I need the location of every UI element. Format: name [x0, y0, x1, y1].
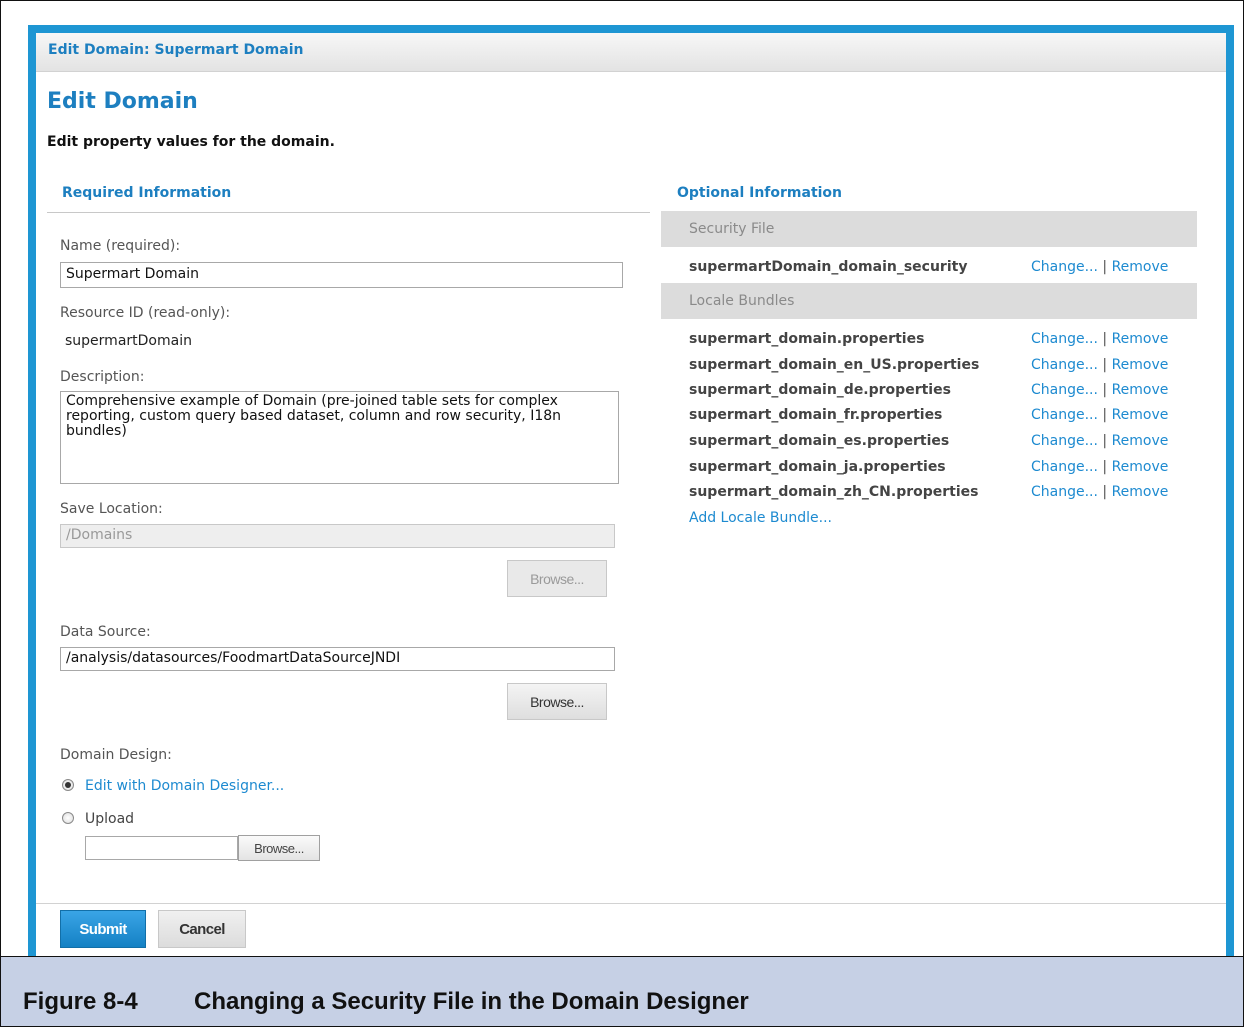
- edit-domain-dialog: Edit Domain: Supermart Domain Edit Domai…: [28, 25, 1234, 960]
- locale-bundle-actions: Change... | Remove: [1031, 484, 1168, 500]
- locale-bundle-change-link[interactable]: Change...: [1031, 382, 1098, 398]
- locale-bundle-change-link[interactable]: Change...: [1031, 484, 1098, 500]
- edit-with-designer-link[interactable]: Edit with Domain Designer...: [85, 778, 284, 794]
- optional-info-heading: Optional Information: [677, 185, 843, 201]
- locale-bundles-band: Locale Bundles: [661, 283, 1197, 319]
- save-location-label: Save Location:: [60, 501, 163, 517]
- upload-label: Upload: [85, 811, 135, 827]
- locale-bundle-change-link[interactable]: Change...: [1031, 459, 1098, 475]
- locale-bundle-remove-link[interactable]: Remove: [1112, 331, 1169, 347]
- locale-bundle-actions: Change... | Remove: [1031, 459, 1168, 475]
- locale-bundle-remove-link[interactable]: Remove: [1112, 407, 1169, 423]
- locale-bundle-name: supermart_domain.properties: [689, 331, 925, 347]
- locale-bundle-change-link[interactable]: Change...: [1031, 433, 1098, 449]
- add-locale-bundle-link[interactable]: Add Locale Bundle...: [689, 510, 832, 526]
- resource-id-value: supermartDomain: [65, 333, 192, 349]
- locale-bundle-name: supermart_domain_es.properties: [689, 433, 950, 449]
- description-field[interactable]: Comprehensive example of Domain (pre-joi…: [60, 391, 619, 484]
- security-file-actions: Change... | Remove: [1031, 259, 1168, 275]
- locale-bundle-actions: Change... | Remove: [1031, 357, 1168, 373]
- locale-bundle-name: supermart_domain_fr.properties: [689, 407, 943, 423]
- upload-file-field[interactable]: [85, 836, 238, 860]
- figure-caption-text: Changing a Security File in the Domain D…: [194, 988, 749, 1015]
- data-source-field[interactable]: /analysis/datasources/FoodmartDataSource…: [60, 647, 615, 671]
- figure-number: Figure 8-4: [23, 988, 138, 1015]
- action-separator: |: [1102, 382, 1108, 398]
- locale-bundle-name: supermart_domain_en_US.properties: [689, 357, 980, 373]
- locale-bundle-change-link[interactable]: Change...: [1031, 407, 1098, 423]
- action-separator: |: [1102, 331, 1108, 347]
- locale-bundle-name: supermart_domain_zh_CN.properties: [689, 484, 979, 500]
- required-info-heading: Required Information: [62, 185, 232, 201]
- save-location-browse-button: Browse...: [507, 560, 607, 597]
- locale-bundle-remove-link[interactable]: Remove: [1112, 484, 1169, 500]
- dialog-header: Edit Domain: Supermart Domain: [36, 33, 1226, 72]
- action-separator: |: [1102, 259, 1108, 275]
- action-separator: |: [1102, 357, 1108, 373]
- save-location-field: /Domains: [60, 524, 615, 548]
- locale-bundle-actions: Change... | Remove: [1031, 407, 1168, 423]
- required-info-divider: [47, 212, 650, 213]
- locale-bundle-actions: Change... | Remove: [1031, 433, 1168, 449]
- dialog-footer: Submit Cancel: [36, 903, 1226, 960]
- action-separator: |: [1102, 407, 1108, 423]
- submit-button[interactable]: Submit: [60, 910, 146, 948]
- security-file-remove-link[interactable]: Remove: [1112, 259, 1169, 275]
- name-label: Name (required):: [60, 238, 181, 254]
- domain-design-label: Domain Design:: [60, 747, 172, 763]
- description-label: Description:: [60, 369, 145, 385]
- data-source-browse-button[interactable]: Browse...: [507, 683, 607, 720]
- locale-bundle-remove-link[interactable]: Remove: [1112, 459, 1169, 475]
- figure-caption: Figure 8-4 Changing a Security File in t…: [0, 956, 1244, 1027]
- resource-id-label: Resource ID (read-only):: [60, 305, 231, 321]
- name-field[interactable]: Supermart Domain: [60, 262, 623, 288]
- locale-bundles-heading: Locale Bundles: [689, 293, 795, 309]
- edit-with-designer-radio[interactable]: [62, 779, 74, 791]
- locale-bundle-remove-link[interactable]: Remove: [1112, 357, 1169, 373]
- action-separator: |: [1102, 459, 1108, 475]
- security-file-name: supermartDomain_domain_security: [689, 259, 968, 275]
- locale-bundle-remove-link[interactable]: Remove: [1112, 433, 1169, 449]
- locale-bundle-name: supermart_domain_de.properties: [689, 382, 951, 398]
- data-source-label: Data Source:: [60, 624, 151, 640]
- locale-bundle-actions: Change... | Remove: [1031, 331, 1168, 347]
- locale-bundle-change-link[interactable]: Change...: [1031, 331, 1098, 347]
- security-file-change-link[interactable]: Change...: [1031, 259, 1098, 275]
- action-separator: |: [1102, 484, 1108, 500]
- locale-bundle-remove-link[interactable]: Remove: [1112, 382, 1169, 398]
- locale-bundle-change-link[interactable]: Change...: [1031, 357, 1098, 373]
- cancel-button[interactable]: Cancel: [158, 910, 246, 948]
- upload-browse-button[interactable]: Browse...: [238, 835, 320, 861]
- action-separator: |: [1102, 433, 1108, 449]
- security-file-band: Security File: [661, 211, 1197, 247]
- page-title: Edit Domain: [47, 89, 198, 114]
- security-file-heading: Security File: [689, 221, 775, 237]
- page-subtitle: Edit property values for the domain.: [47, 134, 335, 150]
- upload-radio[interactable]: [62, 812, 74, 824]
- locale-bundle-actions: Change... | Remove: [1031, 382, 1168, 398]
- locale-bundle-name: supermart_domain_ja.properties: [689, 459, 946, 475]
- dialog-title: Edit Domain: Supermart Domain: [48, 42, 304, 58]
